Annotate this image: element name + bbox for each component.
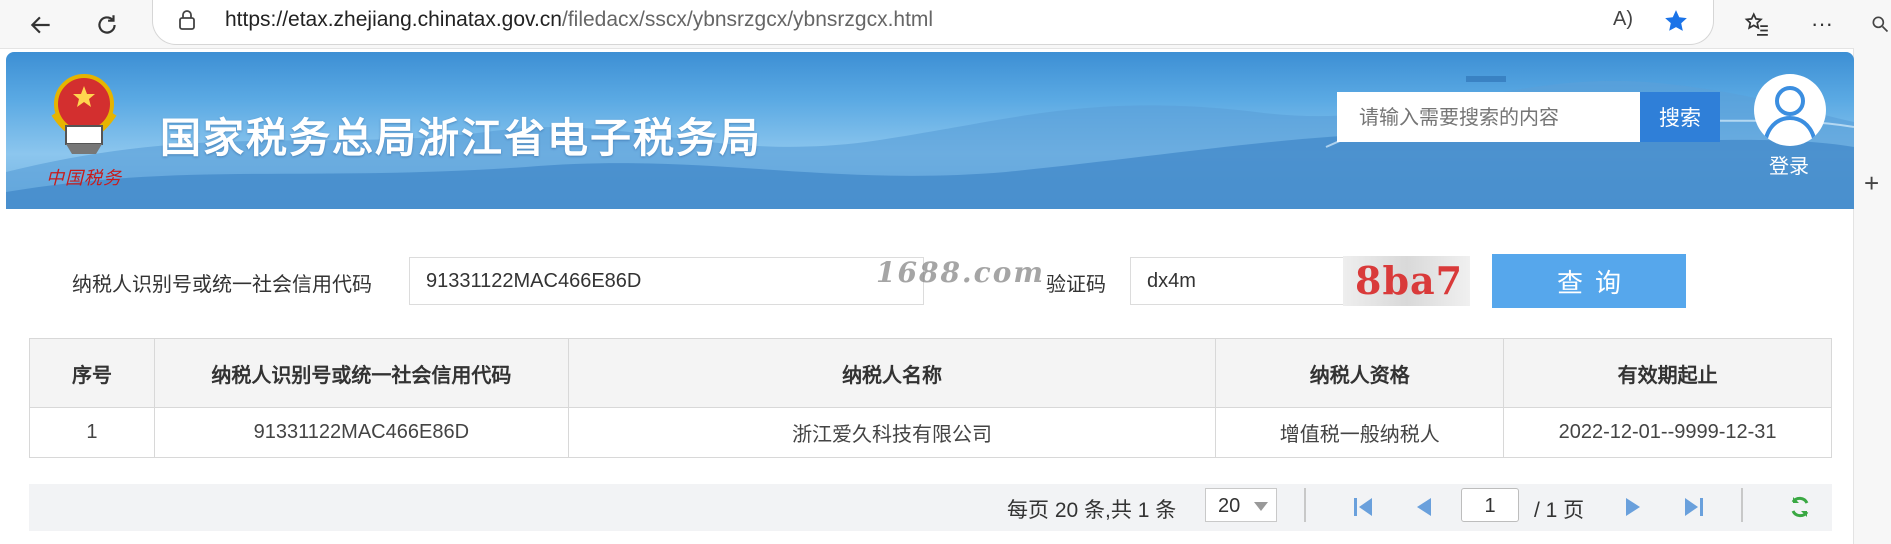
chevron-down-icon	[1254, 502, 1268, 511]
header-taxpayer-id: 纳税人识别号或统一社会信用代码	[153, 338, 569, 408]
first-page-icon[interactable]	[1350, 494, 1376, 520]
page-size-select[interactable]: 20	[1205, 488, 1277, 522]
favorite-star-icon[interactable]	[1663, 8, 1689, 34]
browser-sidebar: +	[1853, 48, 1891, 544]
back-button[interactable]	[24, 8, 58, 42]
search-sidebar-icon[interactable]	[1866, 10, 1891, 38]
user-avatar-icon[interactable]	[1754, 74, 1826, 146]
current-page-input[interactable]: 1	[1461, 488, 1519, 522]
more-options-icon[interactable]: ···	[1808, 10, 1836, 38]
lock-icon[interactable]	[177, 9, 197, 31]
cell-index: 1	[29, 407, 155, 458]
pager-divider	[1741, 488, 1743, 522]
page-size-value: 20	[1218, 495, 1241, 517]
cell-taxpayer-id: 91331122MAC466E86D	[153, 407, 569, 458]
refresh-icon	[98, 15, 116, 34]
header-validity: 有效期起止	[1503, 338, 1832, 408]
site-search-button[interactable]: 搜索	[1640, 92, 1720, 142]
header-qualification: 纳税人资格	[1215, 338, 1505, 408]
results-table: 序号 纳税人识别号或统一社会信用代码 纳税人名称 纳税人资格 有效期起止 1 9…	[29, 338, 1832, 458]
refresh-button[interactable]	[90, 8, 124, 42]
pager-divider	[1304, 488, 1306, 522]
last-page-icon[interactable]	[1681, 494, 1707, 520]
site-title: 国家税务总局浙江省电子税务局	[160, 114, 762, 162]
captcha-image[interactable]: 8ba7	[1343, 256, 1470, 306]
browser-toolbar: https://etax.zhejiang.chinatax.gov.cn/fi…	[0, 0, 1891, 49]
read-aloud-icon[interactable]: A)	[1613, 8, 1633, 31]
pagination-summary: 每页 20 条,共 1 条	[1007, 499, 1177, 522]
watermark-text: 1688.com	[876, 256, 1046, 289]
captcha-image-text: 8ba7	[1355, 258, 1464, 303]
refresh-list-icon[interactable]	[1787, 494, 1813, 520]
back-arrow-icon	[30, 16, 50, 34]
login-link[interactable]: 登录	[1769, 150, 1809, 179]
cell-taxpayer-name: 浙江爱久科技有限公司	[567, 407, 1217, 458]
total-pages-text: / 1 页	[1534, 499, 1585, 522]
taxpayer-id-label: 纳税人识别号或统一社会信用代码	[72, 274, 372, 296]
url-host: https://etax.zhejiang.chinatax.gov.cn	[225, 8, 562, 31]
query-button[interactable]: 查询	[1492, 254, 1686, 308]
captcha-input[interactable]: dx4m	[1130, 257, 1345, 305]
site-header: 中国税务 国家税务总局浙江省电子税务局 搜索 登录	[6, 52, 1854, 209]
address-bar[interactable]: https://etax.zhejiang.chinatax.gov.cn/fi…	[152, 0, 1714, 45]
captcha-label: 验证码	[1046, 274, 1106, 296]
pagination-bar: 每页 20 条,共 1 条 20 1 / 1 页	[29, 484, 1832, 531]
emblem-caption: 中国税务	[46, 168, 122, 189]
favorites-list-icon[interactable]	[1743, 10, 1771, 38]
table-header-row: 序号 纳税人识别号或统一社会信用代码 纳税人名称 纳税人资格 有效期起止	[29, 338, 1832, 408]
url-path: /filedacx/sscx/ybnsrzgcx/ybnsrzgcx.html	[561, 8, 934, 31]
site-search-input[interactable]	[1337, 92, 1640, 142]
table-row[interactable]: 1 91331122MAC466E86D 浙江爱久科技有限公司 增值税一般纳税人…	[29, 407, 1832, 458]
cell-validity: 2022-12-01--9999-12-31	[1503, 407, 1832, 458]
next-page-icon[interactable]	[1620, 494, 1646, 520]
url-text[interactable]: https://etax.zhejiang.chinatax.gov.cn/fi…	[225, 8, 933, 32]
sidebar-add-icon[interactable]: +	[1864, 168, 1879, 199]
tax-emblem-icon	[51, 74, 117, 154]
header-taxpayer-name: 纳税人名称	[567, 338, 1217, 408]
cell-qualification: 增值税一般纳税人	[1215, 407, 1505, 458]
prev-page-icon[interactable]	[1411, 494, 1437, 520]
taxpayer-id-input[interactable]: 91331122MAC466E86D	[409, 257, 924, 305]
header-index: 序号	[29, 338, 155, 408]
